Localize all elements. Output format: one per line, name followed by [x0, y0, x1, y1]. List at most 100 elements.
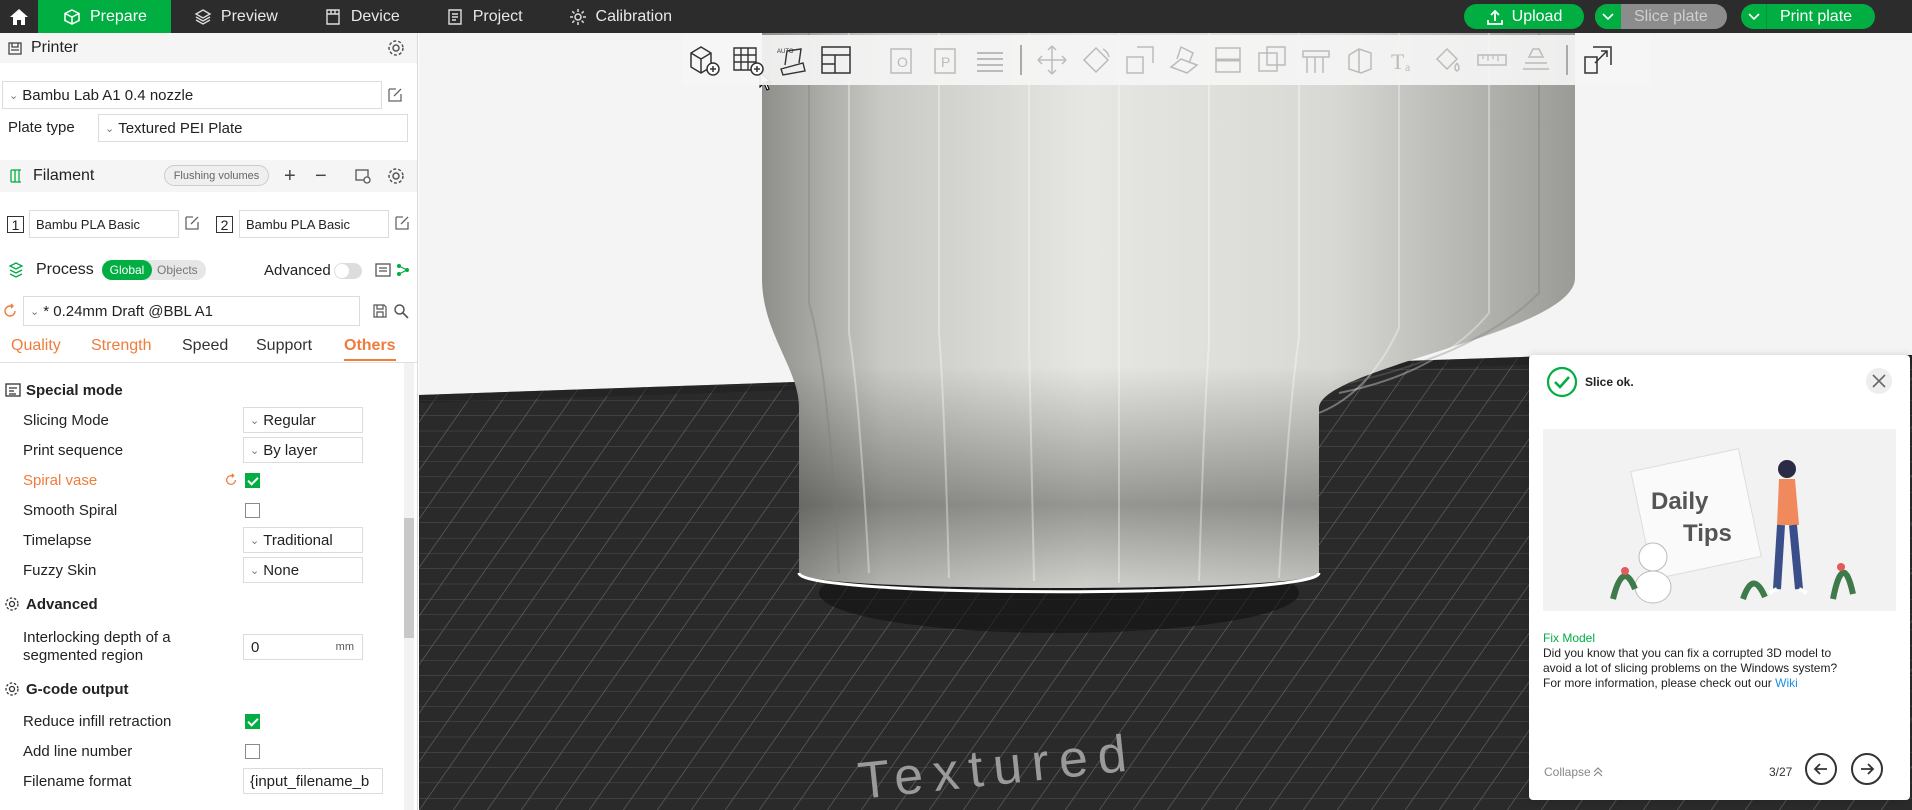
slice-status: Slice ok. — [1585, 375, 1634, 389]
edit-printer-icon[interactable] — [387, 87, 403, 103]
home-button[interactable] — [0, 0, 38, 33]
special-mode-group-header: Special mode — [0, 375, 417, 405]
reset-value-icon[interactable] — [224, 473, 238, 487]
edit-filament-icon[interactable] — [394, 215, 410, 231]
plate-type-label: Plate type — [8, 119, 75, 136]
spiral-vase-checkbox[interactable] — [245, 472, 260, 488]
printer-select[interactable]: ⌄ Bambu Lab A1 0.4 nozzle — [2, 81, 382, 109]
collapse-button[interactable]: Collapse — [1544, 765, 1603, 779]
process-preset-select[interactable]: ⌄ * 0.24mm Draft @BBL A1 — [23, 296, 360, 326]
assembly-button[interactable] — [1514, 38, 1558, 82]
filament-slot-name: Bambu PLA Basic — [246, 216, 351, 232]
svg-text:a: a — [1405, 60, 1411, 74]
filament-slot-index: 1 — [7, 216, 24, 233]
tab-support[interactable]: Support — [256, 337, 312, 355]
split-objects-button[interactable]: O — [880, 38, 924, 82]
close-button[interactable] — [1866, 368, 1892, 394]
color-painting-button[interactable] — [1426, 38, 1470, 82]
assembly-icon — [1523, 48, 1549, 70]
measure-button[interactable] — [1470, 38, 1514, 82]
smooth-spiral-checkbox[interactable] — [245, 502, 260, 518]
fuzzy-skin-select[interactable]: ⌄ None — [243, 557, 363, 583]
slice-dropdown-chevron-icon[interactable] — [1595, 4, 1621, 29]
text-button[interactable]: Ta — [1382, 38, 1426, 82]
objects-option[interactable]: Objects — [157, 263, 198, 277]
lay-on-face-button[interactable] — [1162, 38, 1206, 82]
print-sequence-select[interactable]: ⌄ By layer — [243, 437, 363, 463]
filename-format-label: Filename format — [23, 772, 132, 790]
rotate-button[interactable] — [1074, 38, 1118, 82]
tab-label: Preview — [220, 7, 278, 25]
scale-button[interactable] — [1118, 38, 1162, 82]
advanced-heading: Advanced — [26, 595, 98, 613]
advanced-toggle[interactable] — [334, 263, 362, 279]
tab-others[interactable]: Others — [344, 337, 396, 361]
tab-quality[interactable]: Quality — [11, 337, 61, 355]
support-painting-button[interactable] — [1294, 38, 1338, 82]
add-object-button[interactable] — [682, 38, 726, 82]
slice-plate-button[interactable]: Slice plate — [1595, 4, 1727, 29]
global-option[interactable]: Global — [102, 260, 152, 280]
reduce-infill-checkbox[interactable] — [245, 713, 260, 729]
project-icon — [448, 8, 462, 25]
add-plate-button[interactable] — [726, 38, 770, 82]
add-line-number-checkbox[interactable] — [245, 743, 260, 759]
seam-painting-button[interactable] — [1338, 38, 1382, 82]
sidebar-scrollbar-thumb[interactable] — [404, 518, 414, 638]
chevron-down-icon: ⌄ — [250, 444, 260, 457]
add-filament-plus-icon[interactable]: + — [284, 165, 296, 188]
search-icon[interactable] — [393, 303, 409, 319]
filename-format-input[interactable]: {input_filename_b — [243, 768, 383, 794]
filament-sync-icon[interactable] — [354, 167, 372, 185]
add-cube-icon — [690, 46, 720, 76]
filament-slot-2-select[interactable]: Bambu PLA Basic — [239, 210, 389, 238]
next-tip-button[interactable] — [1851, 753, 1883, 785]
process-tree-icon[interactable] — [395, 262, 411, 278]
tab-strength[interactable]: Strength — [91, 337, 151, 355]
boolean-button[interactable] — [1250, 38, 1294, 82]
slice-label: Slice plate — [1634, 7, 1708, 25]
tab-calibration[interactable]: Calibration — [546, 0, 695, 33]
print-plate-button[interactable]: Print plate — [1741, 4, 1875, 29]
tab-device[interactable]: Device — [301, 0, 423, 33]
tab-preview[interactable]: Preview — [171, 0, 301, 33]
printer-settings-gear-icon[interactable] — [387, 39, 405, 57]
tab-speed[interactable]: Speed — [182, 337, 228, 355]
plate-type-select[interactable]: ⌄ Textured PEI Plate — [98, 114, 408, 142]
filament-slot-1-select[interactable]: Bambu PLA Basic — [29, 210, 179, 238]
cut-icon — [1215, 47, 1241, 73]
auto-orient-button[interactable]: AUTO — [770, 38, 814, 82]
upload-button[interactable]: Upload — [1464, 4, 1584, 29]
printer-icon — [8, 42, 22, 55]
edit-filament-icon[interactable] — [184, 215, 200, 231]
interlocking-depth-input[interactable]: 0 mm — [243, 634, 363, 660]
tab-prepare[interactable]: Prepare — [38, 0, 171, 33]
move-button[interactable] — [1030, 38, 1074, 82]
printer-section-header: Printer — [0, 33, 417, 63]
cut-button[interactable] — [1206, 38, 1250, 82]
filament-settings-gear-icon[interactable] — [387, 167, 405, 185]
assembly-view-button[interactable] — [1576, 38, 1620, 82]
save-preset-icon[interactable] — [372, 303, 388, 319]
process-icon — [8, 262, 24, 278]
add-plate-icon — [733, 47, 764, 76]
compare-list-icon[interactable] — [374, 261, 392, 279]
previous-tip-button[interactable] — [1805, 753, 1837, 785]
flushing-volumes-button[interactable]: Flushing volumes — [164, 165, 269, 186]
arrange-button[interactable] — [814, 38, 858, 82]
global-objects-toggle[interactable]: Global Objects — [102, 260, 206, 280]
reset-preset-icon[interactable] — [2, 303, 18, 319]
timelapse-select[interactable]: ⌄ Traditional — [243, 527, 363, 553]
layers-editing-button[interactable] — [968, 38, 1012, 82]
wiki-link[interactable]: Wiki — [1775, 676, 1798, 690]
tab-project[interactable]: Project — [423, 0, 546, 33]
spiral-vase-label: Spiral vase — [23, 471, 98, 489]
calibration-icon — [569, 8, 586, 25]
fuzzy-skin-label: Fuzzy Skin — [23, 561, 97, 579]
tips-image-title-2: Tips — [1683, 520, 1732, 547]
tip-text-line-3-text: For more information, please check out o… — [1543, 676, 1772, 690]
print-dropdown-chevron-icon[interactable] — [1741, 4, 1767, 29]
remove-filament-minus-icon[interactable]: − — [315, 165, 327, 188]
slicing-mode-select[interactable]: ⌄ Regular — [243, 407, 363, 433]
split-parts-button[interactable]: P — [924, 38, 968, 82]
